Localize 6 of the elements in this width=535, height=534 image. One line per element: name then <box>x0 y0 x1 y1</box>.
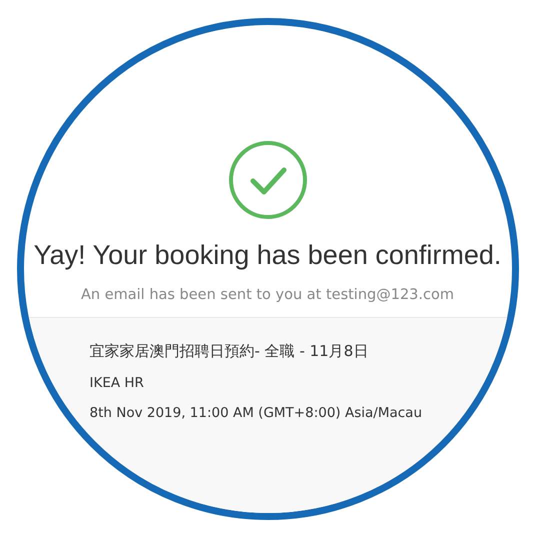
booking-title: 宜家家居澳門招聘日預約- 全職 - 11月8日 <box>90 342 370 361</box>
email-message: An email has been sent to you at testing@123.com <box>81 287 454 303</box>
organizer-name: IKEA HR <box>90 375 145 391</box>
confirmation-heading: Yay! Your booking has been confirmed. <box>34 240 502 271</box>
booking-datetime: 8th Nov 2019, 11:00 AM (GMT+8:00) Asia/Macau <box>90 405 423 421</box>
check-icon <box>228 140 308 220</box>
